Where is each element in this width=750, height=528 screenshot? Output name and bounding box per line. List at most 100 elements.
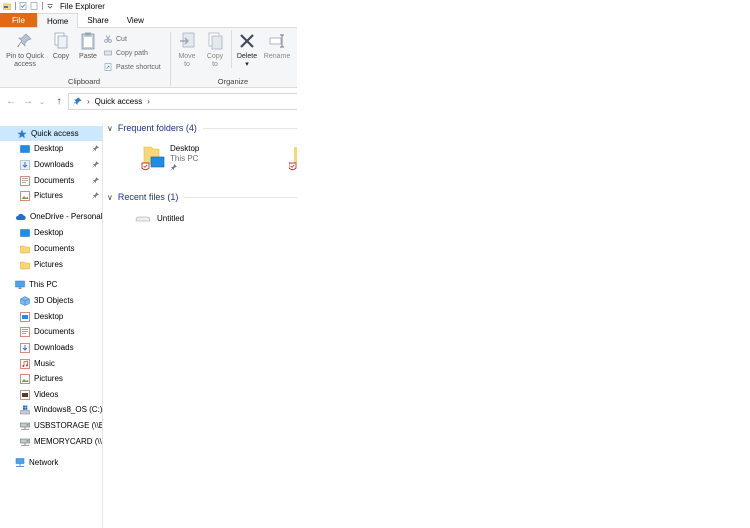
recent-files-header[interactable]: ∨ Recent files (1) — [107, 192, 297, 202]
folder-icon[interactable] — [3, 2, 11, 10]
pin-to-quick-access-button[interactable]: Pin to Quick access — [3, 32, 47, 69]
address-field[interactable]: › Quick access › — [68, 93, 297, 110]
nav-pc-pictures[interactable]: Pictures — [0, 371, 102, 386]
nav-qa-desktop[interactable]: Desktop — [0, 141, 102, 156]
nav-usbstorage[interactable]: USBSTORAGE (\\EPS — [0, 418, 102, 433]
nav-pc-downloads[interactable]: Downloads — [0, 340, 102, 355]
recent-file-name: Untitled — [157, 214, 185, 223]
pictures-icon — [20, 373, 30, 384]
downloads-icon — [20, 342, 30, 353]
tab-share[interactable]: Share — [78, 13, 117, 27]
navigation-pane: Quick access Desktop Downloads Documents… — [0, 123, 103, 528]
breadcrumb-quick-access[interactable]: Quick access — [95, 97, 143, 106]
nav-onedrive[interactable]: OneDrive - Personal — [0, 209, 102, 224]
copy-to-button[interactable]: Copy to — [203, 32, 227, 69]
nav-pc-documents[interactable]: Documents — [0, 324, 102, 339]
nav-label: Pictures — [34, 260, 63, 269]
content-pane: ∨ Frequent folders (4) Desktop This PC ∨… — [104, 115, 297, 528]
pinned-icon — [92, 177, 99, 184]
delete-dropdown-icon: ▾ — [245, 61, 249, 68]
organize-inner-separator — [231, 30, 232, 68]
nav-memorycard[interactable]: MEMORYCARD (\\E — [0, 434, 102, 449]
rename-icon — [269, 34, 284, 48]
tab-view[interactable]: View — [118, 13, 153, 27]
nav-pc-videos[interactable]: Videos — [0, 387, 102, 402]
nav-qa-downloads[interactable]: Downloads — [0, 157, 102, 172]
documents-icon — [20, 175, 30, 186]
folder-icon — [20, 245, 30, 253]
nav-label: USBSTORAGE (\\EPS — [34, 421, 102, 430]
nav-label: 3D Objects — [34, 296, 74, 305]
nav-label: Downloads — [34, 160, 74, 169]
recent-locations-button[interactable]: ⌄ — [36, 96, 48, 108]
network-icon — [15, 457, 25, 467]
breadcrumb-chevron-icon[interactable]: › — [147, 97, 150, 106]
file-icon — [135, 216, 151, 221]
nav-qa-documents[interactable]: Documents — [0, 173, 102, 188]
pin-icon — [17, 33, 32, 48]
nav-quick-access[interactable]: Quick access — [0, 126, 102, 141]
organize-group: Move to Copy to Delete ▾ Rename Organize — [172, 28, 294, 88]
nav-label: Videos — [34, 390, 59, 399]
nav-label: MEMORYCARD (\\E — [34, 437, 102, 446]
forward-arrow-icon: → — [23, 96, 33, 107]
copy-button[interactable]: Copy — [50, 32, 72, 61]
pinned-icon — [92, 192, 99, 199]
nav-od-pictures[interactable]: Pictures — [0, 257, 102, 272]
nav-label: Quick access — [31, 129, 79, 138]
nav-label: Pictures — [34, 191, 63, 200]
frequent-folders-title: Frequent folders (4) — [117, 123, 197, 133]
frequent-folders-header[interactable]: ∨ Frequent folders (4) — [107, 123, 297, 133]
delete-label: Delete — [236, 53, 258, 60]
nav-pc-3d-objects[interactable]: 3D Objects — [0, 293, 102, 308]
move-to-button[interactable]: Move to — [175, 32, 199, 69]
paste-shortcut-button[interactable]: Paste shortcut — [104, 62, 161, 72]
properties-icon[interactable] — [19, 2, 27, 10]
address-bar-row: ← → ⌄ ↑ › Quick access › — [0, 92, 297, 111]
frequent-folder-tile[interactable]: Desktop This PC — [141, 144, 199, 172]
pin-label-line2: access — [14, 61, 36, 68]
pinned-icon — [170, 164, 177, 171]
tile-location: This PC — [170, 154, 199, 163]
new-folder-icon[interactable] — [30, 2, 38, 10]
ribbon: Pin to Quick access Copy Paste Cut Copy … — [0, 28, 297, 88]
file-explorer-window: File Explorer File Home Share View Pin t… — [0, 0, 297, 528]
up-button[interactable]: ↑ — [53, 96, 65, 108]
nav-this-pc[interactable]: This PC — [0, 277, 102, 292]
partial-folder-tile-icon[interactable] — [289, 144, 297, 172]
group-separator — [170, 32, 171, 86]
paste-shortcut-icon — [104, 63, 112, 71]
nav-label: Desktop — [34, 312, 64, 321]
onedrive-cloud-icon — [16, 213, 26, 220]
tab-file[interactable]: File — [0, 13, 37, 27]
copy-to-label-line2: to — [212, 61, 218, 68]
nav-label: Downloads — [34, 343, 74, 352]
nav-od-documents[interactable]: Documents — [0, 241, 102, 256]
quick-access-star-icon — [17, 129, 27, 138]
pictures-icon — [20, 190, 30, 201]
copy-path-button[interactable]: Copy path — [104, 48, 148, 58]
nav-pc-desktop[interactable]: Desktop — [0, 309, 102, 324]
tab-home[interactable]: Home — [37, 13, 79, 28]
clipboard-group: Pin to Quick access Copy Paste Cut Copy … — [0, 28, 168, 88]
delete-button[interactable]: Delete ▾ — [234, 32, 260, 69]
paste-label: Paste — [79, 53, 97, 60]
copy-icon — [54, 32, 68, 49]
desktop-folder-icon — [141, 146, 165, 171]
up-arrow-icon: ↑ — [56, 96, 62, 107]
rename-button[interactable]: Rename — [262, 32, 292, 61]
back-button[interactable]: ← — [5, 96, 17, 108]
nav-pc-music[interactable]: Music — [0, 356, 102, 371]
nav-qa-pictures[interactable]: Pictures — [0, 188, 102, 203]
customize-toolbar-chevron-icon[interactable] — [46, 2, 54, 10]
nav-label: Documents — [34, 327, 75, 336]
recent-file-item[interactable]: Untitled — [135, 214, 184, 223]
window-title: File Explorer — [60, 1, 105, 11]
forward-button[interactable]: → — [22, 96, 34, 108]
paste-button[interactable]: Paste — [77, 32, 99, 61]
nav-od-desktop[interactable]: Desktop — [0, 225, 102, 240]
cut-button[interactable]: Cut — [104, 34, 127, 44]
nav-network[interactable]: Network — [0, 455, 102, 470]
nav-drive-c[interactable]: Windows8_OS (C:) — [0, 402, 102, 417]
copy-path-label: Copy path — [116, 49, 148, 57]
